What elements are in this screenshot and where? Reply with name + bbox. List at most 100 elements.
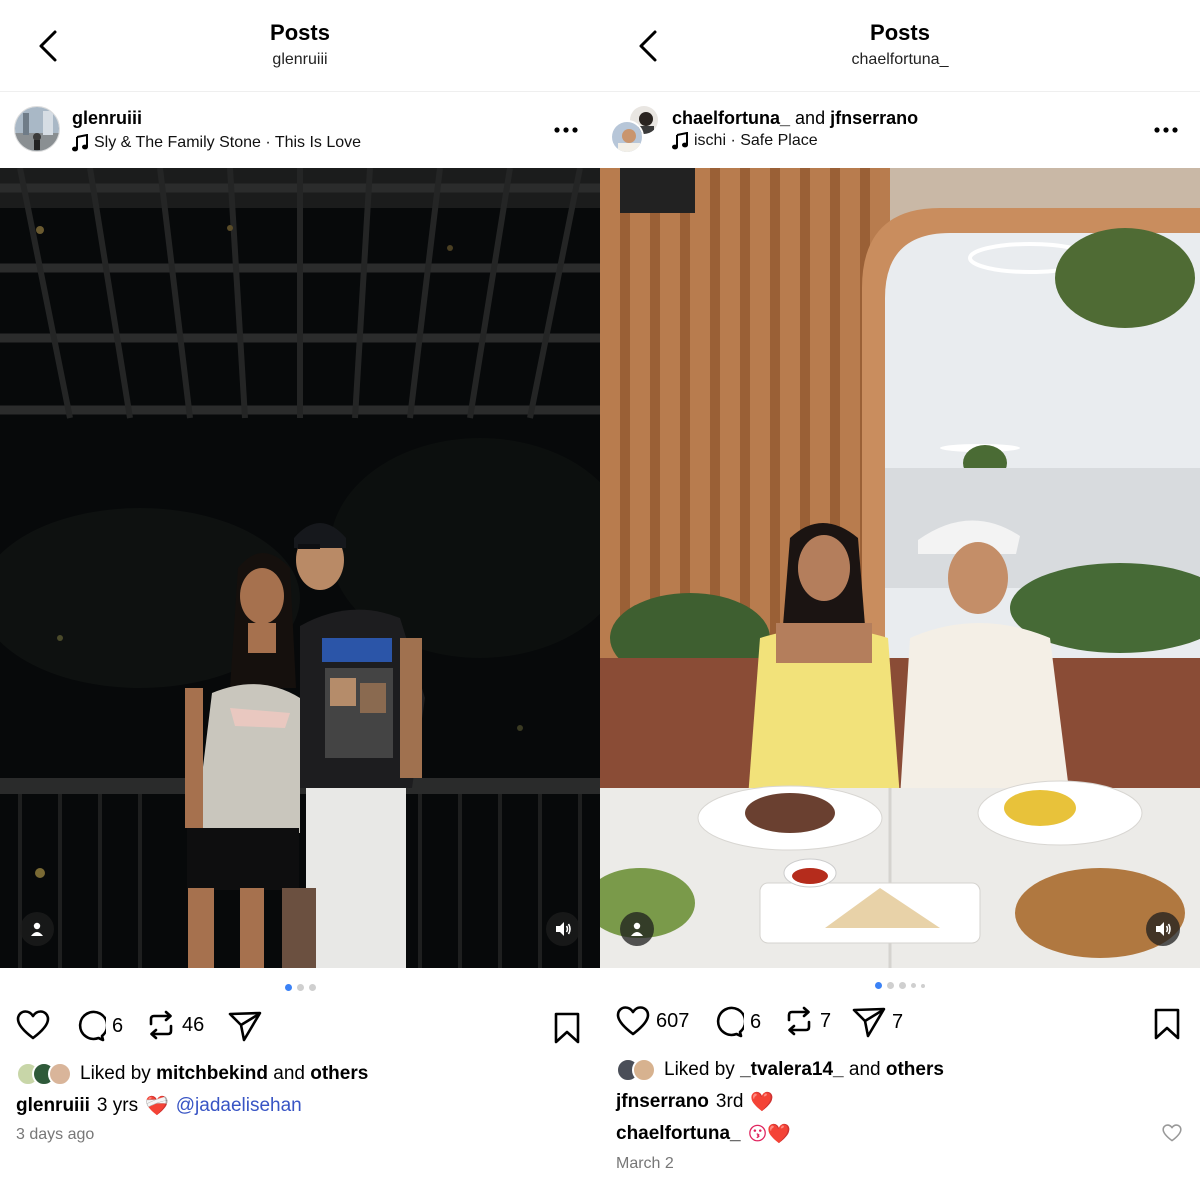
collab-and: and	[795, 108, 826, 128]
comment-button[interactable]: 6	[712, 1006, 761, 1038]
repost-button[interactable]: 7	[784, 1006, 831, 1036]
heart-icon	[616, 1006, 650, 1036]
avatar	[48, 1062, 72, 1086]
post-username[interactable]: glenruiii	[72, 108, 142, 129]
photo-night-couple	[0, 168, 600, 968]
comment-text: 3rd	[715, 1091, 744, 1112]
comment-count: 6	[112, 1014, 124, 1037]
liked-by-user[interactable]: _tvalera14_	[740, 1059, 844, 1081]
post-username-collab[interactable]: jfnserrano	[830, 108, 918, 128]
collab-avatars[interactable]	[610, 104, 660, 154]
liked-by-and: and	[273, 1063, 305, 1084]
page-title: Posts	[870, 20, 930, 45]
comment-icon	[78, 1010, 106, 1042]
post-photo[interactable]	[0, 168, 600, 968]
liked-by-others[interactable]: others	[886, 1059, 944, 1081]
heart-icon	[1162, 1124, 1182, 1142]
carousel-indicator	[0, 984, 600, 991]
comment-item: jfnserrano 3rd ❤️	[616, 1090, 774, 1114]
comment-count: 6	[750, 1010, 762, 1033]
right-post-panel: Posts chaelfortuna_ chaelfortuna_ and jf…	[600, 0, 1200, 1200]
bookmark-icon	[554, 1012, 580, 1044]
post-caption: glenruiii 3 yrs ❤️‍🩹 @jadaelisehan	[16, 1094, 302, 1118]
carousel-dot	[899, 982, 906, 989]
liked-by-prefix: Liked by	[80, 1063, 151, 1084]
repost-count: 46	[182, 1013, 205, 1036]
caption-text: 3 yrs	[96, 1095, 139, 1116]
like-count: 607	[656, 1009, 690, 1032]
liked-by-prefix: Liked by	[664, 1059, 735, 1080]
post-music[interactable]: ischi · Safe Place	[672, 132, 818, 150]
music-label: ischi · Safe Place	[694, 132, 818, 149]
avatar	[610, 120, 644, 154]
top-bar: Posts glenruiii	[0, 0, 600, 92]
liked-by-others[interactable]: others	[310, 1063, 368, 1085]
more-button[interactable]	[1152, 116, 1180, 144]
left-post-panel: Posts glenruiii glenruiii Sly & The Fami…	[0, 0, 600, 1200]
action-bar: 607 6 7 7	[600, 1000, 1200, 1046]
mute-button[interactable]	[546, 912, 580, 946]
more-button[interactable]	[552, 116, 580, 144]
comment-item: chaelfortuna_ 😗❤️	[616, 1122, 791, 1146]
speaker-icon	[556, 922, 571, 936]
page-subtitle: glenruiii	[272, 51, 328, 68]
liked-by-row[interactable]: Liked by mitchbekind and others	[16, 1062, 368, 1086]
action-bar: 6 46	[0, 1004, 600, 1050]
comment-username[interactable]: jfnserrano	[616, 1091, 709, 1113]
carousel-dot	[308, 984, 316, 991]
post-photo[interactable]	[600, 168, 1200, 968]
avatar	[632, 1058, 656, 1082]
carousel-indicator	[600, 982, 1200, 989]
bookmark-icon	[1154, 1008, 1180, 1040]
share-count: 7	[892, 1010, 904, 1033]
repost-button[interactable]: 46	[146, 1010, 204, 1040]
liked-by-row[interactable]: Liked by _tvalera14_ and others	[616, 1058, 944, 1082]
carousel-dot	[911, 983, 916, 988]
save-button[interactable]	[554, 1012, 580, 1049]
repost-icon	[149, 1010, 173, 1040]
carousel-dot	[921, 983, 925, 988]
more-horizontal-icon	[1154, 127, 1178, 133]
post-music[interactable]: Sly & The Family Stone · This Is Love	[72, 134, 361, 152]
post-username[interactable]: chaelfortuna_	[672, 108, 790, 128]
comment-like-button[interactable]	[1162, 1124, 1182, 1147]
music-label: Sly & The Family Stone · This Is Love	[94, 134, 362, 151]
page-title: Posts	[270, 20, 330, 45]
liked-by-avatars	[616, 1058, 656, 1082]
speaker-icon	[1156, 922, 1171, 936]
mute-button[interactable]	[1146, 912, 1180, 946]
carousel-dot-active	[284, 984, 292, 991]
save-button[interactable]	[1154, 1008, 1180, 1045]
like-button[interactable]	[16, 1010, 56, 1040]
carousel-dot	[887, 982, 894, 989]
post-date: 3 days ago	[16, 1126, 95, 1143]
tag-people-button[interactable]	[20, 912, 54, 946]
music-note-icon	[72, 134, 88, 152]
person-tag-icon	[31, 922, 43, 936]
post-header: chaelfortuna_ and jfnserrano ischi · Saf…	[600, 92, 1200, 168]
send-icon	[228, 1011, 262, 1042]
caption-username[interactable]: glenruiii	[16, 1095, 90, 1117]
post-header: glenruiii Sly & The Family Stone · This …	[0, 92, 600, 168]
post-date: March 2	[616, 1155, 674, 1172]
comment-button[interactable]: 6	[74, 1010, 123, 1042]
carousel-dot	[296, 984, 304, 991]
post-usernames: chaelfortuna_ and jfnserrano	[672, 108, 918, 129]
liked-by-avatars	[16, 1062, 72, 1086]
liked-by-user[interactable]: mitchbekind	[156, 1063, 268, 1085]
more-horizontal-icon	[554, 127, 578, 133]
like-button[interactable]: 607	[616, 1006, 689, 1036]
share-button[interactable]	[228, 1010, 262, 1042]
page-subtitle: chaelfortuna_	[851, 51, 949, 68]
comment-emoji: 😗❤️	[747, 1124, 792, 1145]
heart-icon	[16, 1010, 50, 1040]
caption-emoji: ❤️‍🩹	[145, 1096, 169, 1117]
caption-mention[interactable]: @jadaelisehan	[176, 1095, 302, 1117]
tag-people-button[interactable]	[620, 912, 654, 946]
person-tag-icon	[631, 922, 643, 936]
avatar[interactable]	[14, 106, 60, 152]
music-note-icon	[672, 132, 688, 150]
share-button[interactable]: 7	[852, 1006, 903, 1038]
comment-username[interactable]: chaelfortuna_	[616, 1123, 741, 1145]
carousel-dot-active	[875, 982, 882, 989]
